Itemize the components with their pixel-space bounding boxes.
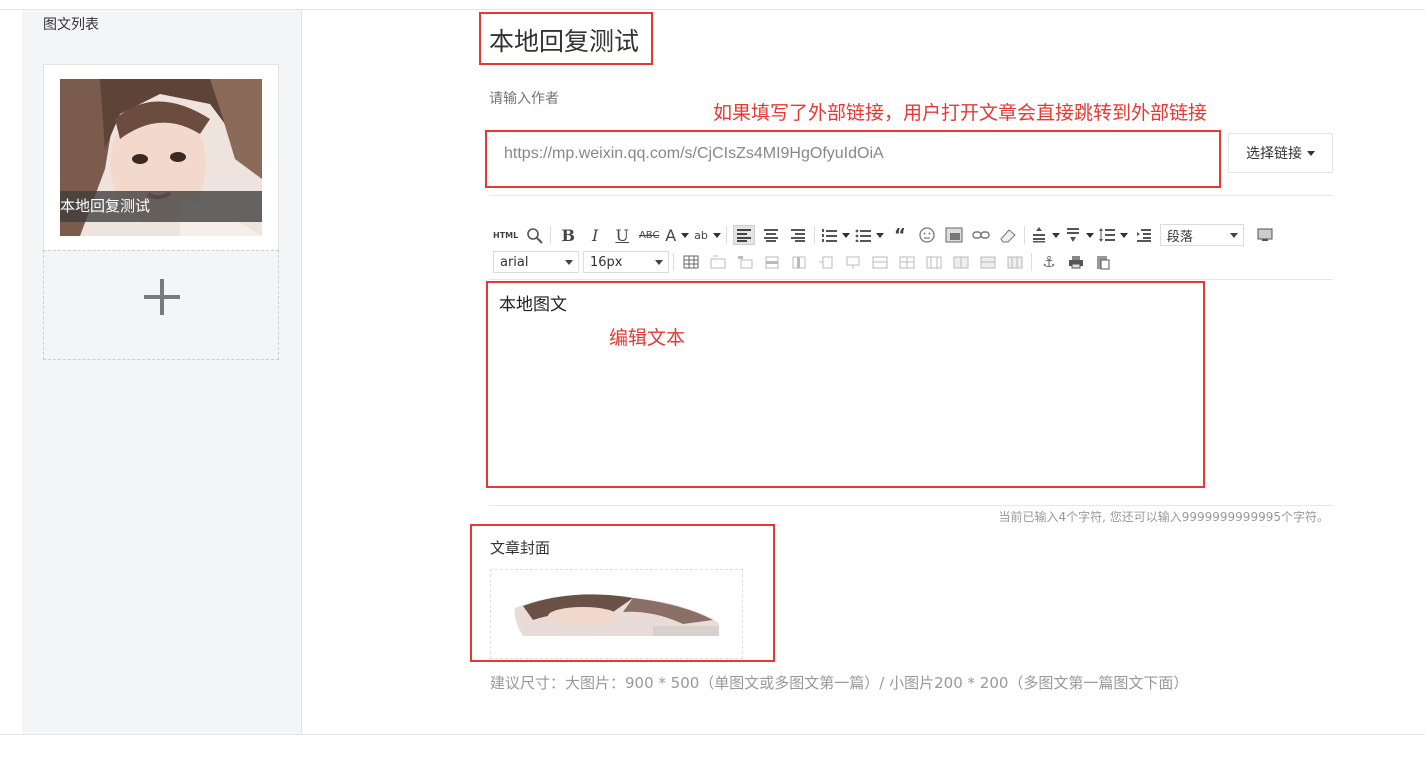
highlight-button[interactable]: ab <box>694 225 721 245</box>
select-link-label: 选择链接 <box>1246 146 1302 162</box>
toolbar-separator <box>813 226 815 244</box>
eraser-icon[interactable] <box>997 225 1019 245</box>
font-size-value: 16px <box>590 254 623 270</box>
image-icon[interactable] <box>943 225 965 245</box>
row-spacing-top-icon[interactable] <box>1031 225 1060 245</box>
font-family-select[interactable]: arial <box>493 251 579 273</box>
bottom-divider <box>0 734 1425 735</box>
delete-col-icon[interactable] <box>815 252 837 272</box>
line-height-icon[interactable] <box>1098 225 1128 245</box>
strikethrough-button[interactable]: ABC <box>638 225 660 245</box>
print-icon[interactable] <box>1065 252 1087 272</box>
cover-label: 文章封面 <box>490 539 551 557</box>
toolbar-separator <box>550 226 552 244</box>
merge-right-icon[interactable] <box>896 252 918 272</box>
toolbar-separator <box>1023 226 1025 244</box>
toolbar-separator <box>1031 253 1032 271</box>
article-card[interactable]: 本地回复测试 <box>43 64 279 251</box>
chevron-down-icon <box>681 232 690 238</box>
external-link-input[interactable] <box>490 133 1216 175</box>
align-left-icon[interactable] <box>732 225 755 245</box>
split-rows-icon[interactable] <box>977 252 999 272</box>
preview-icon[interactable] <box>523 225 545 245</box>
paste-icon[interactable] <box>1092 252 1114 272</box>
cover-upload[interactable] <box>490 569 743 659</box>
chevron-down-icon <box>1119 232 1128 238</box>
paragraph-select[interactable]: 段落 <box>1159 224 1244 246</box>
italic-button[interactable]: I <box>584 225 606 245</box>
emoji-icon[interactable] <box>916 225 938 245</box>
bold-button[interactable]: B <box>557 225 579 245</box>
insert-paragraph-before-table-icon[interactable] <box>707 252 729 272</box>
add-article-button[interactable] <box>43 250 279 360</box>
merge-down-icon[interactable] <box>923 252 945 272</box>
chevron-down-icon <box>841 232 850 238</box>
insert-col-icon[interactable] <box>788 252 810 272</box>
editor-content[interactable]: 本地图文 <box>499 290 567 315</box>
select-link-button[interactable]: 选择链接 <box>1228 133 1333 173</box>
char-count: 当前已输入4个字符, 您还可以输入9999999999995个字符。 <box>998 510 1329 524</box>
chevron-down-icon <box>1229 232 1238 238</box>
chevron-down-icon <box>565 259 573 265</box>
anchor-icon[interactable]: ⚓ <box>1038 252 1060 272</box>
page: 图文列表 本地回复测试 本地回复测试 请输入作者 如果填写了外部链接，用户打开文… <box>0 0 1425 780</box>
split-cells-icon[interactable] <box>950 252 972 272</box>
divider <box>489 505 1333 506</box>
article-list-title: 图文列表 <box>43 17 99 33</box>
external-link-note: 如果填写了外部链接，用户打开文章会直接跳转到外部链接 <box>713 102 1208 124</box>
cover-image <box>513 590 721 638</box>
chevron-down-icon <box>1051 232 1060 238</box>
divider <box>489 195 1333 196</box>
edit-text-note: 编辑文本 <box>609 327 686 349</box>
editor-toolbar-row-2: arial 16px ⚓ <box>493 250 1119 274</box>
cover-size-hint: 建议尺寸：大图片：900 * 500（单图文或多图文第一篇）/ 小图片200 *… <box>490 674 1189 692</box>
table-title-icon[interactable] <box>734 252 756 272</box>
row-spacing-bottom-icon[interactable] <box>1065 225 1094 245</box>
chevron-down-icon <box>1085 232 1094 238</box>
fullscreen-icon[interactable] <box>1254 225 1276 245</box>
toolbar-separator <box>673 253 674 271</box>
divider <box>489 279 1333 280</box>
underline-button[interactable]: U <box>611 225 633 245</box>
plus-icon <box>144 279 180 315</box>
link-icon[interactable] <box>970 225 992 245</box>
title-input[interactable]: 本地回复测试 <box>489 22 639 58</box>
toolbar-separator <box>725 226 727 244</box>
article-list-panel: 图文列表 本地回复测试 <box>22 10 302 734</box>
insert-row-icon[interactable] <box>761 252 783 272</box>
delete-row-icon[interactable] <box>842 252 864 272</box>
split-cols-icon[interactable] <box>1004 252 1026 272</box>
html-source-button[interactable]: HTML <box>493 225 518 245</box>
paragraph-select-value: 段落 <box>1166 229 1193 245</box>
insert-table-icon[interactable] <box>680 252 702 272</box>
ordered-list-icon[interactable] <box>821 225 850 245</box>
chevron-down-icon <box>655 259 663 265</box>
font-size-select[interactable]: 16px <box>583 251 669 273</box>
merge-cells-icon[interactable] <box>869 252 891 272</box>
indent-icon[interactable] <box>1133 225 1155 245</box>
font-family-value: arial <box>500 254 529 270</box>
font-color-button[interactable]: A <box>665 225 690 245</box>
chevron-down-icon <box>712 232 721 238</box>
article-caption: 本地回复测试 <box>60 191 262 222</box>
chevron-down-icon <box>1307 150 1315 156</box>
blockquote-icon[interactable]: “ <box>889 225 911 246</box>
unordered-list-icon[interactable] <box>855 225 884 245</box>
chevron-down-icon <box>875 232 884 238</box>
editor-annotation-box <box>486 281 1205 488</box>
align-center-icon[interactable] <box>760 225 782 245</box>
article-thumbnail: 本地回复测试 <box>60 79 262 236</box>
align-right-icon[interactable] <box>787 225 809 245</box>
editor-toolbar-row-1: HTML B I U ABC A ab “ 段落 <box>493 223 1281 247</box>
